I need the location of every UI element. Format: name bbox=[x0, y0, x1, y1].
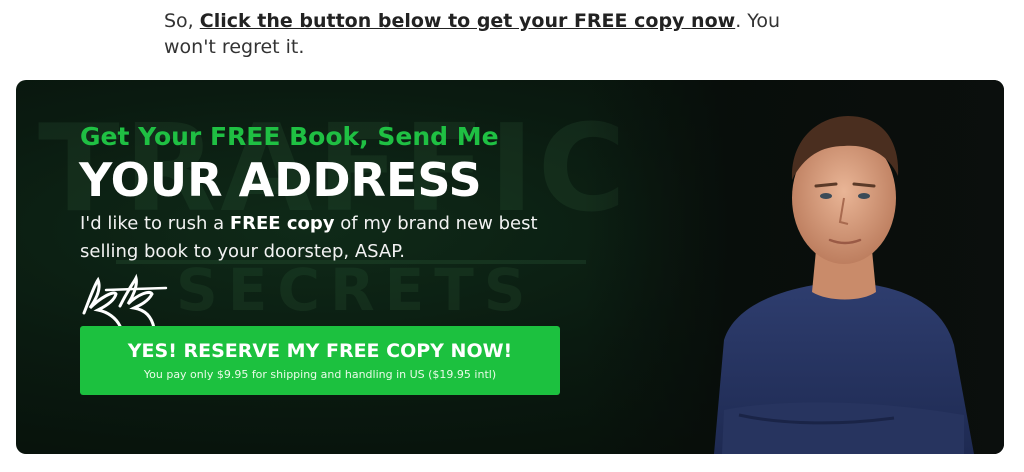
banner-kicker: Get Your FREE Book, Send Me bbox=[80, 122, 499, 151]
subtext-bold: FREE copy bbox=[229, 213, 335, 234]
intro-prefix: So, bbox=[164, 10, 200, 32]
get-free-copy-link[interactable]: Click the button below to get your FREE … bbox=[200, 10, 735, 32]
background-subtitle-word: SECRETS bbox=[176, 256, 536, 324]
cta-sub-label: You pay only $9.95 for shipping and hand… bbox=[143, 368, 497, 381]
free-book-banner: TRAFFIC SECRETS Get Your FREE Book, Send… bbox=[16, 80, 1004, 454]
reserve-free-copy-button[interactable]: YES! RESERVE MY FREE COPY NOW! You pay o… bbox=[80, 326, 560, 395]
signature-icon bbox=[82, 273, 168, 330]
author-portrait-icon bbox=[714, 116, 974, 454]
banner-subtext: I'd like to rush a FREE copy of my brand… bbox=[80, 210, 550, 266]
banner-headline: YOUR ADDRESS bbox=[79, 153, 482, 207]
subtext-prefix: I'd like to rush a bbox=[80, 213, 230, 234]
cta-main-label: YES! RESERVE MY FREE COPY NOW! bbox=[127, 340, 513, 362]
intro-paragraph: So, Click the button below to get your F… bbox=[164, 8, 824, 60]
